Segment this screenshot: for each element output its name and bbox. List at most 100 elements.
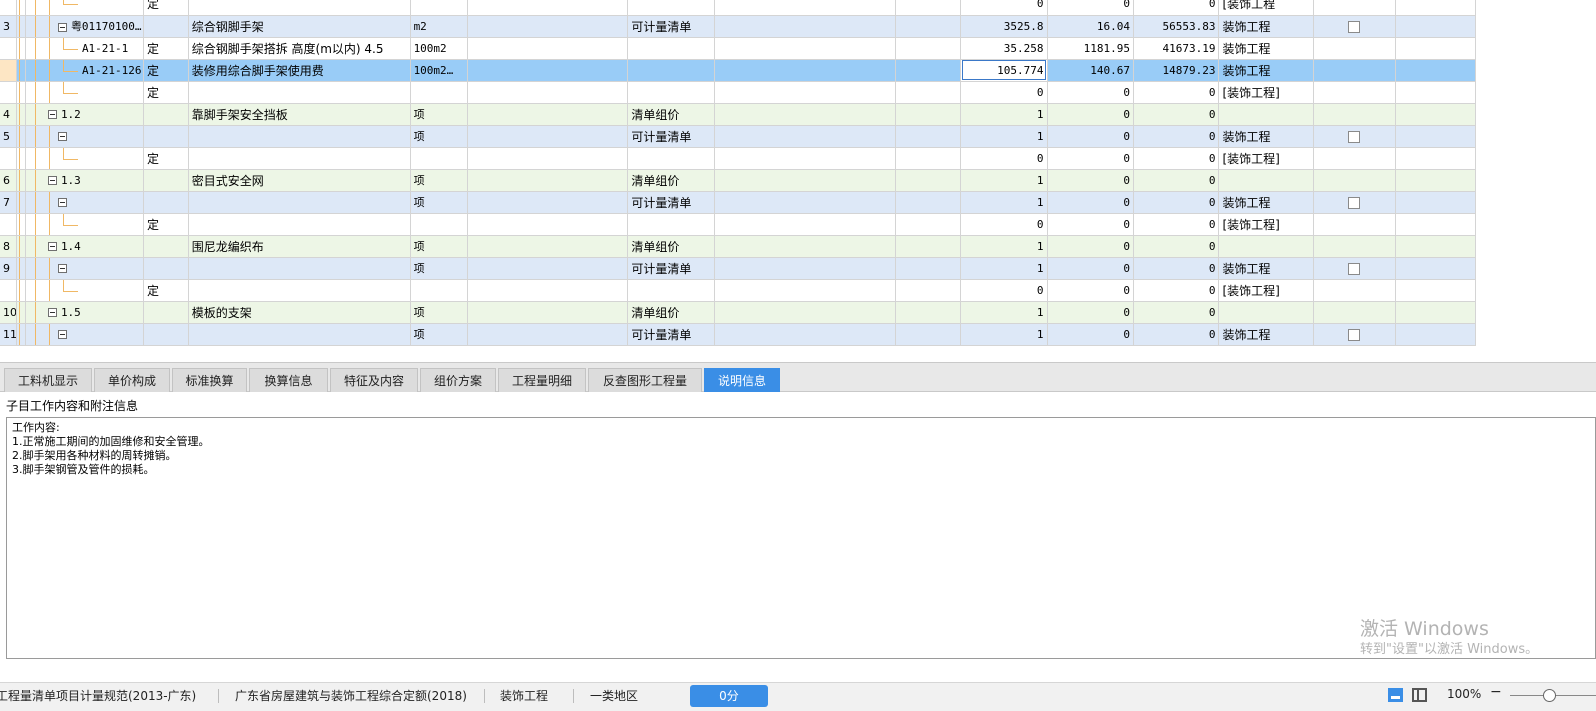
total-cell[interactable]: 0 xyxy=(1133,81,1220,104)
unit-cell[interactable]: 项 xyxy=(410,301,468,324)
total-cell[interactable]: 0 xyxy=(1133,257,1220,280)
extra-cell[interactable] xyxy=(1395,125,1477,148)
total-cell[interactable]: 0 xyxy=(1133,191,1220,214)
expr-cell[interactable] xyxy=(467,0,629,16)
kind-cell[interactable] xyxy=(627,59,715,82)
kind-cell[interactable]: 清单组价 xyxy=(627,235,715,258)
grid-row[interactable]: 6 1.3 密目式安全网项清单组价 1 0 0 xyxy=(0,169,1477,192)
extra-cell[interactable] xyxy=(714,323,896,346)
type-cell[interactable]: 定 xyxy=(143,59,189,82)
name-cell[interactable] xyxy=(188,213,411,236)
unit-cell[interactable]: 项 xyxy=(410,257,468,280)
unit-cell[interactable]: 项 xyxy=(410,235,468,258)
extra-cell[interactable] xyxy=(714,37,896,60)
expr-cell[interactable] xyxy=(467,301,629,324)
unit-cell[interactable]: 项 xyxy=(410,125,468,148)
extra-cell[interactable] xyxy=(895,147,962,170)
type-cell[interactable] xyxy=(143,301,189,324)
row-checkbox[interactable] xyxy=(1348,130,1361,143)
kind-cell[interactable]: 可计量清单 xyxy=(627,323,715,346)
extra-cell[interactable] xyxy=(895,323,962,346)
extra-cell[interactable] xyxy=(895,257,962,280)
unit-cell[interactable] xyxy=(410,0,468,16)
extra-cell[interactable] xyxy=(1395,59,1477,82)
tab-6[interactable]: 工程量明细 xyxy=(498,368,586,392)
code-cell[interactable]: 1.4 xyxy=(25,235,144,258)
profession-cell[interactable]: 装饰工程 xyxy=(1218,323,1315,346)
split-view-icon[interactable] xyxy=(1412,688,1427,702)
name-cell[interactable] xyxy=(188,0,411,16)
extra-cell[interactable] xyxy=(714,235,896,258)
code-cell[interactable]: 1.3 xyxy=(25,169,144,192)
extra-cell[interactable] xyxy=(895,15,962,38)
extra-cell[interactable] xyxy=(714,125,896,148)
code-cell[interactable] xyxy=(25,323,144,346)
extra-cell[interactable] xyxy=(1395,147,1477,170)
name-cell[interactable]: 靠脚手架安全挡板 xyxy=(188,103,411,126)
kind-cell[interactable] xyxy=(627,279,715,302)
code-cell[interactable]: 1.5 xyxy=(25,301,144,324)
extra-cell[interactable] xyxy=(1395,37,1477,60)
grid-row[interactable]: 11 项可计量清单 1 0 0 装饰工程 xyxy=(0,323,1477,346)
extra-cell[interactable] xyxy=(895,169,962,192)
type-cell[interactable] xyxy=(143,169,189,192)
quantity-cell[interactable]: 3525.8 xyxy=(960,15,1048,38)
price-cell[interactable]: 0 xyxy=(1047,81,1135,104)
profession-cell[interactable]: 装饰工程 xyxy=(1218,257,1315,280)
code-cell[interactable] xyxy=(25,213,144,236)
total-cell[interactable]: 0 xyxy=(1133,213,1220,236)
kind-cell[interactable] xyxy=(627,213,715,236)
name-cell[interactable]: 装修用综合脚手架使用费 xyxy=(188,59,411,82)
kind-cell[interactable]: 可计量清单 xyxy=(627,15,715,38)
collapse-toggle-icon[interactable] xyxy=(47,176,57,185)
unit-cell[interactable]: 项 xyxy=(410,191,468,214)
total-cell[interactable]: 0 xyxy=(1133,279,1220,302)
grid-row[interactable]: 定 0 0 0 [装饰工程] xyxy=(0,81,1477,104)
kind-cell[interactable]: 可计量清单 xyxy=(627,191,715,214)
code-cell[interactable]: A1-21-126 xyxy=(25,59,144,82)
type-cell[interactable]: 定 xyxy=(143,37,189,60)
type-cell[interactable] xyxy=(143,323,189,346)
quantity-cell[interactable]: 1 xyxy=(960,125,1048,148)
collapse-toggle-icon[interactable] xyxy=(57,22,67,32)
type-cell[interactable] xyxy=(143,125,189,148)
unit-cell[interactable]: 100m2… xyxy=(410,59,468,82)
extra-cell[interactable] xyxy=(1395,301,1477,324)
code-cell[interactable]: 1.2 xyxy=(25,103,144,126)
work-content-box[interactable]: 工作内容: 1.正常施工期间的加固维修和安全管理。 2.脚手架用各种材料的周转摊… xyxy=(6,417,1596,659)
total-cell[interactable]: 41673.19 xyxy=(1133,37,1220,60)
unit-cell[interactable]: m2 xyxy=(410,15,468,38)
extra-cell[interactable] xyxy=(714,147,896,170)
zoom-out-icon[interactable]: − xyxy=(1490,684,1502,700)
extra-cell[interactable] xyxy=(1395,213,1477,236)
extra-cell[interactable] xyxy=(1395,257,1477,280)
expr-cell[interactable] xyxy=(467,257,629,280)
unit-cell[interactable] xyxy=(410,279,468,302)
extra-cell[interactable] xyxy=(1395,235,1477,258)
name-cell[interactable]: 模板的支架 xyxy=(188,301,411,324)
tab-2[interactable]: 标准换算 xyxy=(172,368,247,392)
profession-cell[interactable]: 装饰工程 xyxy=(1218,15,1315,38)
price-cell[interactable]: 16.04 xyxy=(1047,15,1135,38)
expr-cell[interactable] xyxy=(467,323,629,346)
grid-row[interactable]: 4 1.2 靠脚手架安全挡板项清单组价 1 0 0 xyxy=(0,103,1477,126)
name-cell[interactable]: 综合钢脚手架 xyxy=(188,15,411,38)
tab-0[interactable]: 工料机显示 xyxy=(4,368,92,392)
expr-cell[interactable] xyxy=(467,191,629,214)
extra-cell[interactable] xyxy=(714,301,896,324)
total-cell[interactable]: 56553.83 xyxy=(1133,15,1220,38)
collapse-toggle-icon[interactable] xyxy=(57,330,67,339)
extra-cell[interactable] xyxy=(714,257,896,280)
price-cell[interactable]: 0 xyxy=(1047,323,1135,346)
profession-cell[interactable]: [装饰工程] xyxy=(1218,147,1315,170)
type-cell[interactable]: 定 xyxy=(143,279,189,302)
extra-cell[interactable] xyxy=(714,15,896,38)
quantity-cell[interactable]: 0 xyxy=(960,279,1048,302)
profession-cell[interactable]: [装饰工程] xyxy=(1218,213,1315,236)
grid-row[interactable]: 8 1.4 围尼龙编织布项清单组价 1 0 0 xyxy=(0,235,1477,258)
extra-cell[interactable] xyxy=(895,301,962,324)
code-cell[interactable] xyxy=(25,125,144,148)
type-cell[interactable]: 定 xyxy=(143,0,189,16)
total-cell[interactable]: 0 xyxy=(1133,147,1220,170)
quantity-cell[interactable]: 1 xyxy=(960,235,1048,258)
